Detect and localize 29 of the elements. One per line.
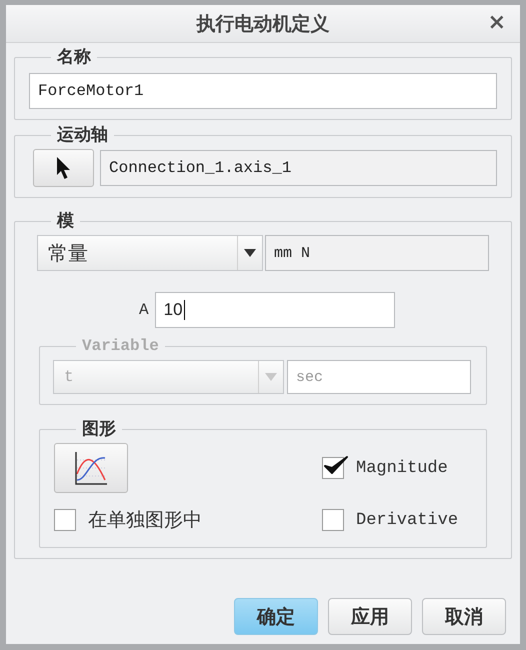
dropdown-arrow-icon [244,249,256,257]
graph-icon [73,450,109,486]
checkbox-label: Derivative [356,510,458,530]
parameter-field[interactable]: 10 [154,292,395,328]
parameter-label: A [139,301,149,319]
dialog-button[interactable]: 确定 [234,598,318,635]
group-title: 模 [56,211,75,231]
dropdown-arrow-icon [265,373,277,381]
group-title: 名称 [56,47,92,67]
window-title: 执行电动机定义 [196,12,330,36]
graph-button[interactable] [54,443,128,493]
checkbox[interactable] [322,509,344,531]
select-button[interactable] [33,149,94,187]
function-type-dropdown[interactable]: 常量 [37,235,263,271]
group-title: 图形 [81,419,117,439]
axis-field[interactable]: Connection_1.axis_1 [100,150,497,186]
check-icon [323,455,349,477]
variable-units-field: sec [287,360,471,394]
close-button[interactable]: × [484,11,510,35]
cursor-arrow-icon [56,156,72,180]
dialog-button[interactable]: 应用 [328,598,412,635]
group-title: 运动轴 [56,125,109,145]
checkbox-label: 在单独图形中 [88,509,202,533]
checkbox-label: Magnitude [356,458,448,478]
checkbox[interactable] [54,509,76,531]
name-field[interactable]: ForceMotor1 [29,73,497,109]
units-field: mm N [265,235,489,271]
dialog-button[interactable]: 取消 [422,598,506,635]
group-title: Variable [81,336,160,356]
